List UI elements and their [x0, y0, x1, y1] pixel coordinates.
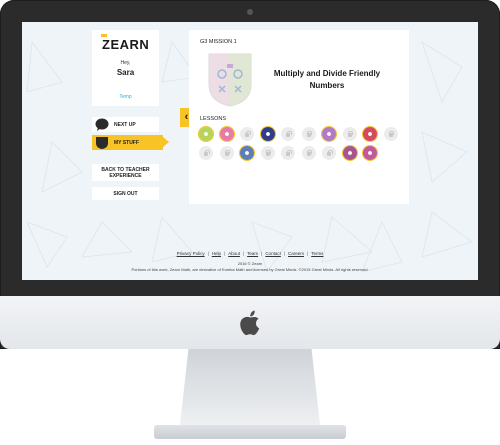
disclaimer: Portions of this work, Zearn Math, are d…	[131, 267, 369, 272]
lesson-11-locked[interactable]	[199, 146, 213, 160]
app-screen: ZEARN Hey, Sara Temp NEXT UP MY STUFF BA…	[22, 22, 478, 280]
lesson-3-locked[interactable]	[240, 127, 254, 141]
profile-card: ZEARN Hey, Sara Temp	[92, 30, 159, 106]
chevron-left-icon: ‹	[184, 111, 189, 123]
lesson-12-locked[interactable]	[219, 146, 234, 160]
back-to-teacher-line2: EXPERIENCE	[109, 173, 142, 179]
shield-icon	[96, 137, 108, 149]
footer-separator: |	[307, 251, 309, 256]
lesson-19[interactable]	[363, 146, 377, 160]
monitor-stand	[180, 349, 320, 425]
temp-link[interactable]: Temp	[92, 94, 159, 100]
lessons-label: LESSONS	[200, 116, 226, 122]
footer-separator: |	[207, 251, 209, 256]
footer-link-contact[interactable]: Contact	[265, 251, 281, 256]
mission-label: G3 MISSION 1	[200, 39, 237, 45]
lesson-9[interactable]	[363, 127, 377, 141]
back-to-teacher-button[interactable]: BACK TO TEACHER EXPERIENCE	[92, 164, 159, 181]
footer-link-terms[interactable]: Terms	[311, 251, 323, 256]
monitor-stand-base	[154, 425, 346, 439]
footer-link-help[interactable]: Help	[212, 251, 221, 256]
lesson-7[interactable]	[322, 127, 336, 141]
footer-separator: |	[283, 251, 285, 256]
mission-card: G3 MISSION 1 Multiply and Divide Friendl…	[189, 30, 409, 204]
speech-bubble-icon	[95, 118, 109, 131]
lesson-8-locked[interactable]	[342, 127, 357, 141]
lesson-14-locked[interactable]	[260, 146, 275, 160]
footer-link-careers[interactable]: Careers	[288, 251, 304, 256]
username: Sara	[116, 68, 135, 77]
logo-accent	[101, 34, 107, 37]
lesson-18[interactable]	[342, 146, 357, 160]
lesson-17-locked[interactable]	[322, 146, 336, 160]
camera-dot	[247, 9, 253, 15]
greeting: Hey,	[120, 60, 131, 66]
footer-separator: |	[242, 251, 245, 256]
mission-title: Multiply and Divide Friendly Numbers	[273, 69, 381, 90]
lesson-4[interactable]	[260, 127, 275, 141]
back-to-teacher-label: BACK TO TEACHER EXPERIENCE	[92, 167, 159, 179]
lesson-1[interactable]	[199, 127, 213, 141]
lesson-5-locked[interactable]	[281, 127, 295, 141]
footer-link-team[interactable]: Team	[247, 251, 258, 256]
lesson-2[interactable]	[219, 127, 234, 141]
mission-badge-icon	[208, 53, 252, 107]
lesson-16-locked[interactable]	[301, 146, 316, 160]
footer-links: Privacy Policy | Help | About | Team | Contact | C…	[22, 251, 478, 256]
lesson-13[interactable]	[240, 146, 254, 160]
next-up-label: NEXT UP	[114, 122, 136, 128]
zearn-logo[interactable]: ZEARN	[101, 34, 150, 52]
my-stuff-button[interactable]: MY STUFF	[92, 135, 169, 150]
my-stuff-label: MY STUFF	[114, 140, 139, 146]
monitor-chin	[0, 296, 500, 349]
copyright: 2016 © Zearn	[237, 261, 263, 266]
next-up-button[interactable]: NEXT UP	[92, 117, 159, 132]
footer-link-privacy-policy[interactable]: Privacy Policy	[177, 251, 205, 256]
apple-logo-icon	[240, 310, 260, 336]
sign-out-label: SIGN OUT	[113, 191, 138, 197]
footer-separator: |	[224, 251, 226, 256]
footer-link-about[interactable]: About	[228, 251, 240, 256]
brand-text: ZEARN	[102, 37, 150, 52]
lesson-6-locked[interactable]	[301, 127, 316, 141]
sign-out-button[interactable]: SIGN OUT	[92, 187, 159, 200]
lesson-10-locked[interactable]	[383, 127, 398, 141]
footer-separator: |	[261, 251, 263, 256]
lesson-15-locked[interactable]	[281, 146, 295, 160]
